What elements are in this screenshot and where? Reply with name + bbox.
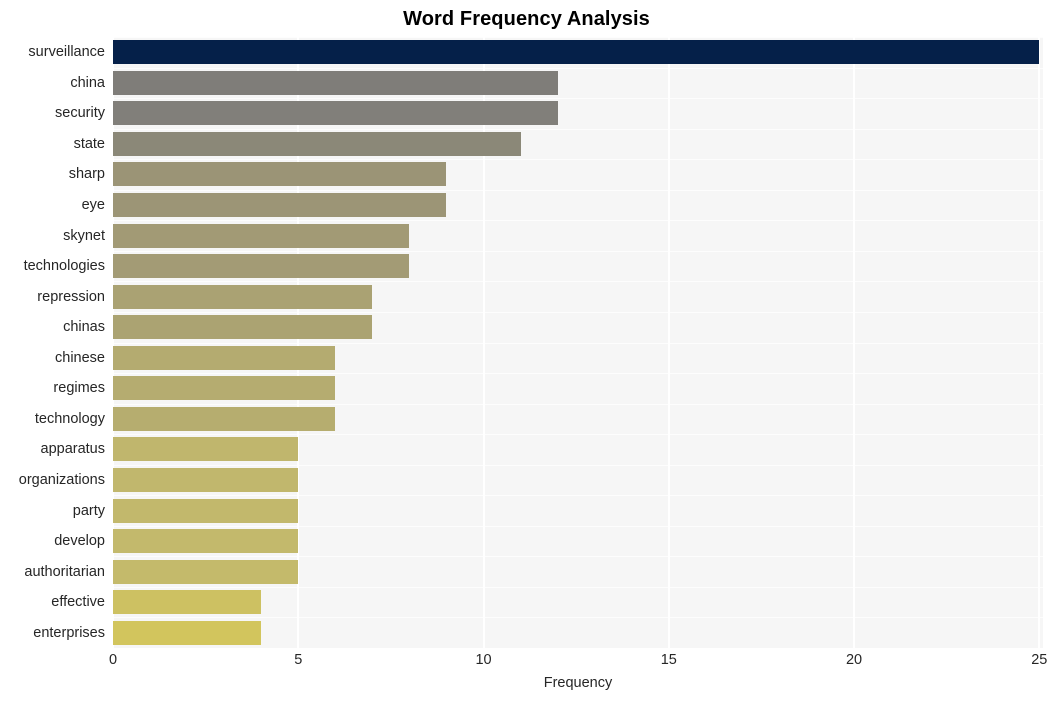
gridline-y-14 — [113, 465, 1043, 466]
y-tick-label-eye: eye — [81, 197, 105, 214]
gridline-y-2 — [113, 98, 1043, 99]
bar-party — [113, 498, 299, 523]
page-title: Word Frequency Analysis — [403, 8, 650, 30]
bar-regimes — [113, 376, 336, 401]
gridline-y-6 — [113, 220, 1043, 221]
y-tick-label-authoritarian: authoritarian — [24, 563, 105, 580]
gridline-y-10 — [113, 343, 1043, 344]
bar-enterprises — [113, 620, 262, 645]
bar-surveillance — [113, 40, 1040, 65]
y-tick-label-regimes: regimes — [53, 380, 105, 397]
bar-organizations — [113, 467, 299, 492]
bar-apparatus — [113, 437, 299, 462]
gridline-y-3 — [113, 129, 1043, 130]
bar-effective — [113, 590, 262, 615]
x-tick-label-15: 15 — [660, 652, 677, 668]
y-tick-label-enterprises: enterprises — [33, 624, 105, 641]
gridline-y-19 — [113, 617, 1043, 618]
gridline-y-13 — [113, 434, 1043, 435]
bar-state — [113, 131, 521, 156]
x-tick-label-0: 0 — [108, 652, 118, 668]
x-tick-label-5: 5 — [294, 652, 303, 668]
gridline-y-0 — [113, 37, 1043, 38]
bar-chinas — [113, 315, 373, 340]
gridline-y-16 — [113, 526, 1043, 527]
bar-china — [113, 70, 558, 95]
gridline-y-11 — [113, 373, 1043, 374]
y-tick-label-chinas: chinas — [63, 319, 105, 336]
y-tick-label-organizations: organizations — [18, 471, 105, 488]
plot-area — [113, 37, 1043, 648]
x-tick-label-25: 25 — [1031, 652, 1048, 668]
gridline-y-12 — [113, 404, 1043, 405]
bar-develop — [113, 529, 299, 554]
y-tick-label-party: party — [72, 502, 105, 519]
y-tick-label-technology: technology — [34, 410, 105, 427]
y-tick-label-state: state — [73, 135, 105, 152]
y-tick-label-technologies: technologies — [23, 258, 105, 275]
y-tick-label-chinese: chinese — [55, 349, 105, 366]
bar-sharp — [113, 162, 447, 187]
gridline-y-17 — [113, 556, 1043, 557]
y-tick-label-repression: repression — [37, 288, 105, 305]
x-tick-label-10: 10 — [475, 652, 492, 668]
bar-technology — [113, 406, 336, 431]
x-tick-label-20: 20 — [845, 652, 863, 668]
y-tick-label-develop: develop — [54, 533, 105, 550]
y-tick-label-skynet: skynet — [63, 227, 105, 244]
bar-skynet — [113, 223, 410, 248]
bar-chinese — [113, 345, 336, 370]
y-tick-label-security: security — [55, 105, 105, 122]
gridline-y-18 — [113, 587, 1043, 588]
y-tick-label-effective: effective — [51, 594, 105, 611]
gridline-y-5 — [113, 190, 1043, 191]
bar-repression — [113, 284, 373, 309]
bar-eye — [113, 193, 447, 218]
gridline-y-9 — [113, 312, 1043, 313]
y-tick-label-china: china — [70, 74, 105, 91]
y-tick-label-apparatus: apparatus — [40, 441, 106, 458]
gridline-y-7 — [113, 251, 1043, 252]
gridline-y-8 — [113, 281, 1043, 282]
x-axis-label: Frequency — [543, 675, 613, 691]
gridline-y-1 — [113, 68, 1043, 69]
y-tick-label-surveillance: surveillance — [28, 44, 105, 61]
bar-technologies — [113, 254, 410, 279]
bar-security — [113, 101, 558, 126]
gridline-y-4 — [113, 159, 1043, 160]
y-tick-label-sharp: sharp — [68, 166, 105, 183]
gridline-y-15 — [113, 495, 1043, 496]
bar-authoritarian — [113, 559, 299, 584]
chart-figure: Word Frequency Analysis surveillance chin… — [0, 0, 1053, 701]
